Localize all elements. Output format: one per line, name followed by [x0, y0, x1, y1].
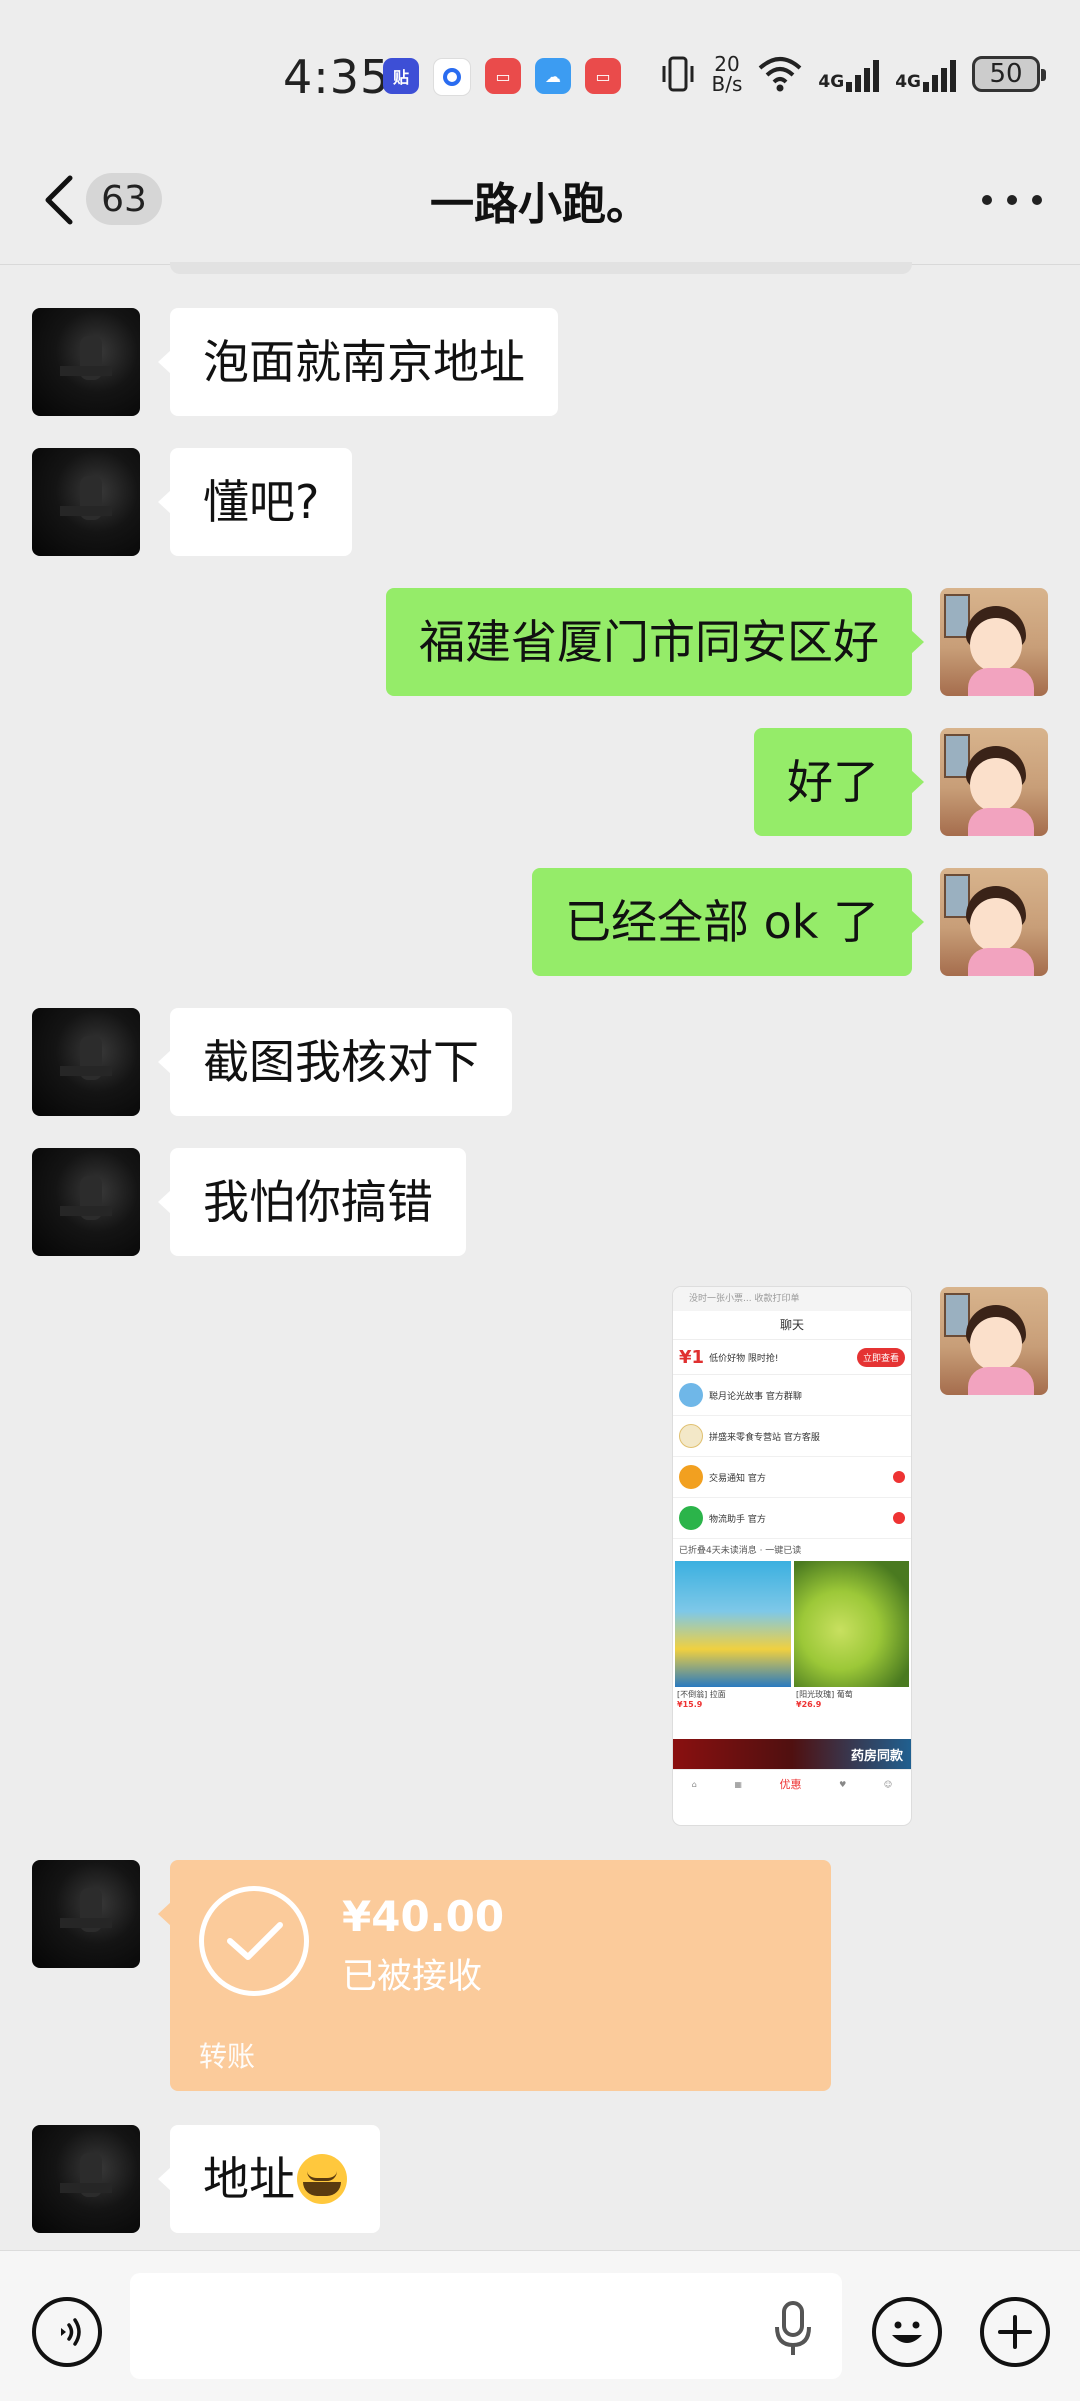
- weather-icon: ☁: [535, 58, 571, 94]
- status-time: 4:35: [283, 50, 391, 104]
- previous-message-edge: [170, 262, 912, 274]
- signal-group-2: 4G: [895, 56, 956, 92]
- screenshot-row: 交易通知 官方: [673, 1457, 911, 1498]
- transfer-card[interactable]: ¥40.00 已被接收 转账: [158, 1860, 831, 2091]
- network-type: 4G: [895, 72, 921, 92]
- more-options-icon[interactable]: [982, 190, 1042, 210]
- contact-avatar[interactable]: [32, 308, 140, 416]
- screenshot-top-text: 没时一张小票... 收款打印单: [673, 1287, 911, 1311]
- contact-avatar[interactable]: [32, 2125, 140, 2233]
- voice-input-icon[interactable]: [32, 2297, 102, 2367]
- screenshot-products: [673, 1561, 911, 1687]
- vibrate-icon: [662, 56, 694, 92]
- my-avatar[interactable]: [940, 588, 1048, 696]
- screenshot-row: 物流助手 官方: [673, 1498, 911, 1539]
- contact-avatar[interactable]: [32, 1148, 140, 1256]
- message-bubble-received[interactable]: 截图我核对下: [158, 1008, 512, 1116]
- chat-header: 63 一路小跑。: [0, 150, 1080, 265]
- message-bubble-received[interactable]: 懂吧?: [157, 448, 353, 556]
- image-message-screenshot[interactable]: 没时一张小票... 收款打印单 聊天 ¥1 低价好物 限时抢! 立即查看 聪月论…: [673, 1287, 911, 1825]
- assistant-icon: [433, 58, 471, 96]
- signal-group-1: 4G: [818, 56, 880, 92]
- transfer-received-check-icon: [199, 1886, 309, 1996]
- my-avatar[interactable]: [940, 868, 1048, 976]
- huawei-store-icon: ▭: [485, 58, 521, 94]
- message-bubble-sent[interactable]: 好了: [754, 728, 924, 836]
- grape-product-image: [793, 1561, 909, 1687]
- my-avatar[interactable]: [940, 1287, 1048, 1395]
- battery-level: 50: [989, 59, 1023, 89]
- battery-icon: 50: [972, 56, 1046, 92]
- status-notification-icons: 贴 ▭ ☁ ▭: [383, 58, 621, 96]
- screenshot-tabbar: ⌂ ▦ 优惠 ♥ ☺: [673, 1769, 911, 1798]
- screenshot-banner-button: 立即查看: [856, 1347, 905, 1367]
- contact-avatar[interactable]: [32, 1008, 140, 1116]
- message-bubble-received[interactable]: 泡面就南京地址: [158, 308, 558, 416]
- message-bubble-received[interactable]: 地址: [158, 2125, 380, 2233]
- my-avatar[interactable]: [940, 728, 1048, 836]
- noodle-product-image: [675, 1561, 791, 1687]
- message-text: 地址: [203, 2152, 295, 2206]
- speed-unit: B/s: [711, 72, 743, 96]
- input-bar: [0, 2250, 1080, 2401]
- network-speed: 20 B/s: [712, 54, 743, 94]
- screenshot-ad-strip: 药房同款: [673, 1739, 911, 1769]
- status-right-group: 20 B/s 4G 4G 50: [660, 54, 1046, 94]
- more-functions-plus-icon[interactable]: [980, 2297, 1050, 2367]
- transfer-status: 已被接收: [342, 1957, 483, 1997]
- message-bubble-sent[interactable]: 已经全部 ok 了: [531, 868, 925, 976]
- screenshot-product-text: [不倒翁] 拉面 ¥15.9 [阳光玫瑰] 葡萄 ¥26.9: [677, 1690, 853, 1709]
- screenshot-fold-text: 已折叠4天未读消息 · 一键已读: [679, 1546, 802, 1556]
- huawei-store-icon: ▭: [585, 58, 621, 94]
- screenshot-banner: ¥1 低价好物 限时抢! 立即查看: [673, 1340, 911, 1375]
- screenshot-banner-mark: ¥1: [679, 1346, 705, 1368]
- tieba-icon: 贴: [383, 58, 419, 94]
- message-bubble-sent[interactable]: 福建省厦门市同安区好: [386, 588, 924, 696]
- transfer-amount: ¥40.00: [342, 1892, 505, 1941]
- message-bubble-received[interactable]: 我怕你搞错: [158, 1148, 466, 1256]
- contact-avatar[interactable]: [32, 1860, 140, 1968]
- network-type: 4G: [818, 72, 845, 92]
- signal-icon: [923, 56, 956, 92]
- screenshot-row: 拼盛来零食专营站 官方客服: [673, 1416, 911, 1457]
- wifi-icon: [759, 57, 802, 92]
- laughing-crying-emoji-icon: [297, 2153, 347, 2204]
- screenshot-title: 聊天: [673, 1311, 911, 1340]
- speed-value: 20: [714, 52, 740, 76]
- status-bar: 4:35 贴 ▭ ☁ ▭ 20 B/s 4G 4G 50: [0, 0, 1080, 150]
- contact-avatar[interactable]: [32, 448, 140, 556]
- screenshot-banner-text: 低价好物 限时抢!: [709, 1353, 779, 1364]
- microphone-icon[interactable]: [770, 2299, 816, 2359]
- emoji-picker-icon[interactable]: [872, 2297, 942, 2367]
- transfer-label: 转账: [199, 2040, 256, 2073]
- screenshot-row: 聪月论光故事 官方群聊: [673, 1375, 911, 1416]
- chat-title: 一路小跑。: [430, 179, 650, 230]
- message-input[interactable]: [130, 2273, 842, 2379]
- signal-icon: [846, 56, 880, 92]
